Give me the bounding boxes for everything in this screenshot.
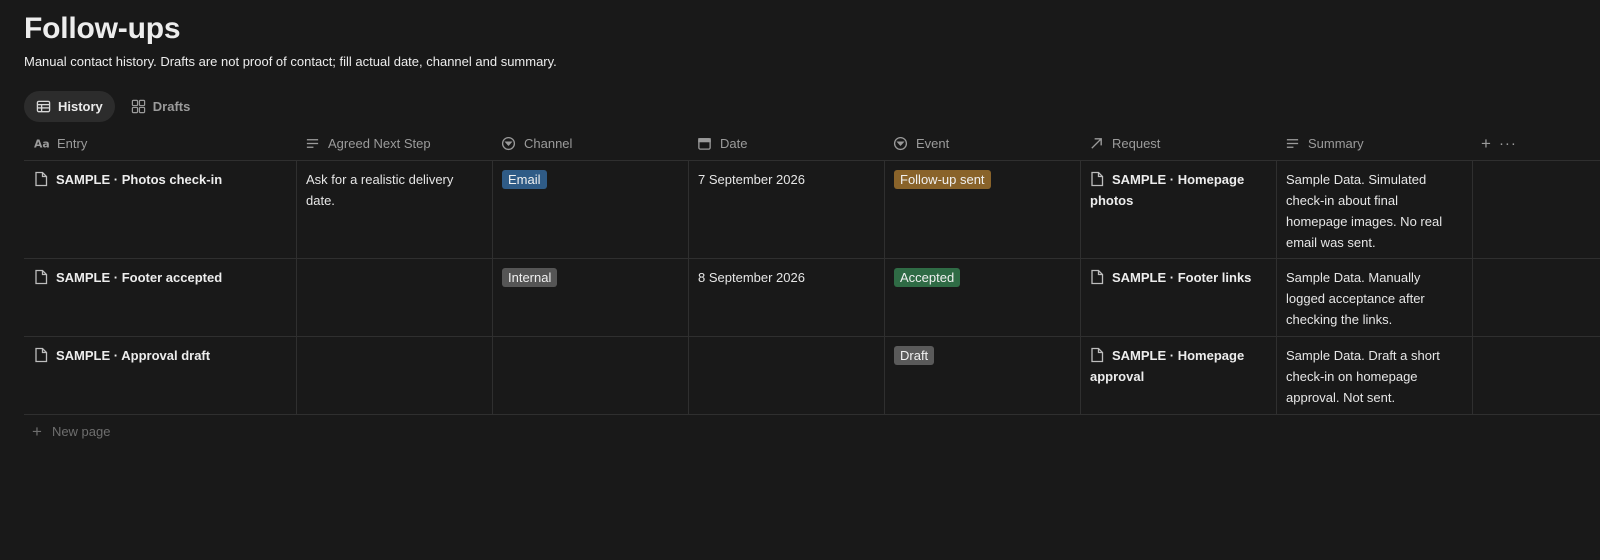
entry-title: SAMPLE · Approval draft bbox=[56, 348, 211, 363]
channel-tag: Internal bbox=[502, 268, 558, 287]
column-label: Channel bbox=[524, 136, 573, 151]
channel-tag: Email bbox=[502, 170, 547, 189]
more-options-icon[interactable]: ··· bbox=[1499, 133, 1517, 154]
column-label: Date bbox=[720, 136, 748, 151]
view-tabs: History Drafts bbox=[24, 91, 202, 122]
entry-title: SAMPLE · Footer accepted bbox=[56, 270, 223, 285]
tab-history[interactable]: History bbox=[24, 91, 115, 122]
title-property-icon: Aa bbox=[34, 138, 49, 151]
page-icon bbox=[1091, 347, 1104, 363]
channel-cell[interactable] bbox=[493, 337, 689, 414]
next-step-cell[interactable]: Ask for a realistic delivery date. bbox=[297, 161, 493, 258]
svg-text:Aa: Aa bbox=[34, 138, 49, 151]
table-icon bbox=[36, 100, 51, 113]
request-cell[interactable]: SAMPLE · Footer links bbox=[1081, 259, 1277, 336]
entry-title: SAMPLE · Photos check-in bbox=[56, 172, 223, 187]
request-cell[interactable]: SAMPLE · Homepage approval bbox=[1081, 337, 1277, 414]
column-label: Summary bbox=[1308, 136, 1364, 151]
summary-cell[interactable]: Sample Data. Simulated check-in about fi… bbox=[1277, 161, 1473, 258]
relation-arrow-icon bbox=[1091, 138, 1102, 149]
table-header: Aa Entry Agreed Next Step Channel Date E… bbox=[24, 127, 1600, 161]
page-icon bbox=[35, 347, 48, 363]
page-icon bbox=[35, 171, 48, 187]
column-header-summary[interactable]: Summary bbox=[1277, 127, 1473, 160]
column-header-channel[interactable]: Channel bbox=[493, 127, 689, 160]
calendar-icon bbox=[698, 138, 711, 150]
column-label: Entry bbox=[57, 136, 88, 151]
table-row[interactable]: SAMPLE · Footer accepted Internal 8 Sept… bbox=[24, 259, 1600, 337]
channel-cell[interactable]: Email bbox=[493, 161, 689, 258]
page-description: Manual contact history. Drafts are not p… bbox=[24, 54, 557, 69]
entry-cell[interactable]: SAMPLE · Footer accepted bbox=[24, 259, 297, 336]
text-property-icon bbox=[306, 139, 319, 148]
event-tag: Draft bbox=[894, 346, 935, 365]
entry-cell[interactable]: SAMPLE · Photos check-in bbox=[24, 161, 297, 258]
channel-cell[interactable]: Internal bbox=[493, 259, 689, 336]
tab-label: History bbox=[58, 99, 103, 114]
tab-drafts[interactable]: Drafts bbox=[119, 91, 203, 122]
table-row[interactable]: SAMPLE · Approval draft Draft SAMPLE · H… bbox=[24, 337, 1600, 415]
add-column-icon[interactable]: + bbox=[1481, 133, 1491, 154]
plus-icon: + bbox=[32, 422, 42, 441]
database-table: Aa Entry Agreed Next Step Channel Date E… bbox=[24, 127, 1600, 415]
new-page-button[interactable]: + New page bbox=[32, 423, 110, 440]
page-icon bbox=[35, 269, 48, 285]
extra-cell bbox=[1473, 161, 1600, 258]
extra-cell bbox=[1473, 259, 1600, 336]
entry-cell[interactable]: SAMPLE · Approval draft bbox=[24, 337, 297, 414]
select-property-icon bbox=[501, 136, 516, 151]
summary-cell[interactable]: Sample Data. Manually logged acceptance … bbox=[1277, 259, 1473, 336]
tab-label: Drafts bbox=[152, 99, 191, 114]
column-label: Request bbox=[1112, 136, 1161, 151]
column-header-actions: + ··· bbox=[1473, 127, 1600, 160]
event-cell[interactable]: Draft bbox=[885, 337, 1081, 414]
page-title: Follow-ups bbox=[24, 12, 181, 45]
column-label: Event bbox=[916, 136, 950, 151]
request-link[interactable]: SAMPLE · Footer links bbox=[1112, 270, 1251, 285]
page-icon bbox=[1091, 171, 1104, 187]
event-tag: Accepted bbox=[894, 268, 961, 287]
new-page-label: New page bbox=[51, 424, 111, 439]
page-icon bbox=[1091, 269, 1104, 285]
column-header-next-step[interactable]: Agreed Next Step bbox=[297, 127, 493, 160]
date-cell[interactable] bbox=[689, 337, 885, 414]
request-cell[interactable]: SAMPLE · Homepage photos bbox=[1081, 161, 1277, 258]
date-cell[interactable]: 8 September 2026 bbox=[689, 259, 885, 336]
column-header-date[interactable]: Date bbox=[689, 127, 885, 160]
request-link[interactable]: SAMPLE · Homepage photos bbox=[1090, 172, 1244, 208]
next-step-cell[interactable] bbox=[297, 337, 493, 414]
grid-icon bbox=[131, 99, 145, 114]
next-step-cell[interactable] bbox=[297, 259, 493, 336]
date-cell[interactable]: 7 September 2026 bbox=[689, 161, 885, 258]
column-label: Agreed Next Step bbox=[328, 136, 431, 151]
request-link[interactable]: SAMPLE · Homepage approval bbox=[1090, 348, 1244, 384]
extra-cell bbox=[1473, 337, 1600, 414]
column-header-entry[interactable]: Aa Entry bbox=[24, 127, 297, 160]
text-property-icon bbox=[1286, 139, 1299, 148]
event-cell[interactable]: Accepted bbox=[885, 259, 1081, 336]
summary-cell[interactable]: Sample Data. Draft a short check-in on h… bbox=[1277, 337, 1473, 414]
event-cell[interactable]: Follow-up sent bbox=[885, 161, 1081, 258]
table-row[interactable]: SAMPLE · Photos check-in Ask for a reali… bbox=[24, 161, 1600, 259]
event-tag: Follow-up sent bbox=[894, 170, 991, 189]
column-header-event[interactable]: Event bbox=[885, 127, 1081, 160]
select-property-icon bbox=[893, 136, 908, 151]
column-header-request[interactable]: Request bbox=[1081, 127, 1277, 160]
